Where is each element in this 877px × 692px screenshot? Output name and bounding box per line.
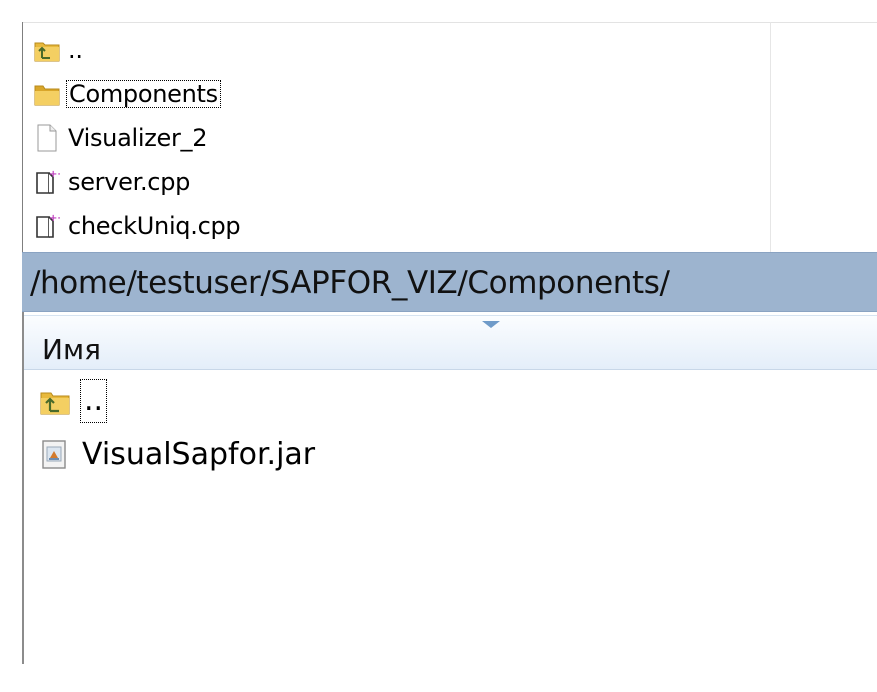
jar-file-icon	[38, 438, 72, 472]
list-item-parent-dir[interactable]: ..	[38, 374, 838, 428]
column-header-name[interactable]: Имя	[24, 315, 877, 370]
folder-up-icon	[38, 384, 72, 418]
list-item-label: Components	[66, 80, 221, 108]
list-item-label: checkUniq.cpp	[68, 212, 241, 240]
current-path-bar: /home/testuser/SAPFOR_VIZ/Components/	[22, 252, 877, 312]
list-item-server-cpp[interactable]: ++ server.cpp	[32, 160, 762, 204]
bottom-file-list: .. VisualSapfor.jar	[38, 374, 838, 482]
list-item-visualizer-file[interactable]: Visualizer_2	[32, 116, 762, 160]
list-item-components-folder[interactable]: Components	[32, 72, 762, 116]
list-item-label: server.cpp	[68, 168, 191, 196]
file-icon	[32, 123, 62, 153]
list-item-label: VisualSapfor.jar	[82, 437, 316, 472]
list-item-visualsapfor-jar[interactable]: VisualSapfor.jar	[38, 428, 838, 482]
list-item-checkuniq-cpp[interactable]: ++ checkUniq.cpp	[32, 204, 762, 248]
bottom-file-pane: Имя .. VisualSapfor.jar	[22, 312, 877, 664]
list-item-parent-dir[interactable]: ..	[32, 28, 762, 72]
column-header-label: Имя	[42, 333, 101, 366]
top-pane-left-border	[22, 22, 23, 252]
top-pane-column-divider[interactable]	[770, 22, 771, 252]
cpp-file-icon: ++	[32, 211, 62, 241]
svg-text:++: ++	[49, 169, 60, 180]
folder-up-icon	[32, 35, 62, 65]
top-file-list: .. Components Visualizer_2 + server.cpp …	[32, 28, 762, 248]
top-pane-border	[22, 22, 877, 23]
list-item-label: ..	[79, 379, 108, 423]
list-item-label: ..	[68, 36, 83, 64]
top-file-pane: .. Components Visualizer_2 + server.cpp …	[0, 0, 877, 252]
folder-icon	[32, 79, 62, 109]
svg-text:++: ++	[49, 213, 60, 224]
current-path-text: /home/testuser/SAPFOR_VIZ/Components/	[30, 265, 670, 301]
sort-descending-icon	[482, 321, 500, 328]
file-manager-window: .. Components Visualizer_2 + server.cpp …	[0, 0, 877, 692]
list-item-label: Visualizer_2	[68, 124, 208, 152]
window-bottom-margin	[0, 664, 877, 692]
cpp-file-icon: ++	[32, 167, 62, 197]
